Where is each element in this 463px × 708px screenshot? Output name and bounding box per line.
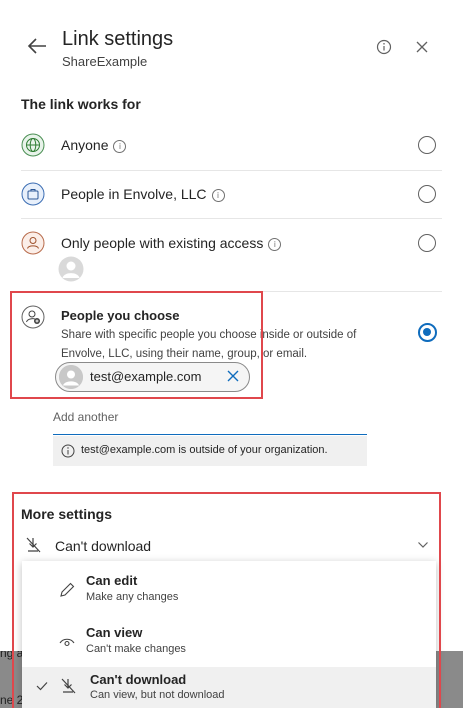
- info-icon[interactable]: i: [268, 238, 282, 251]
- globe-icon: [21, 133, 45, 157]
- divider: [21, 170, 442, 171]
- person-icon: [21, 231, 45, 255]
- info-icon[interactable]: [374, 37, 394, 57]
- annotation-box: [10, 291, 263, 399]
- radio-anyone[interactable]: [418, 136, 436, 154]
- input-underline: [53, 434, 367, 435]
- radio-organization[interactable]: [418, 185, 436, 203]
- close-icon[interactable]: [412, 37, 432, 57]
- warning-text: test@example.com is outside of your orga…: [81, 444, 328, 456]
- external-warning: test@example.com is outside of your orga…: [53, 436, 367, 466]
- add-another-input[interactable]: [53, 408, 367, 434]
- annotation-box: [12, 492, 441, 708]
- option-label: People in Envolve, LLC: [61, 186, 207, 202]
- info-icon[interactable]: i: [113, 140, 127, 153]
- avatar: [58, 256, 84, 282]
- arrow-left-icon[interactable]: [26, 36, 48, 56]
- radio-people-you-choose[interactable]: [418, 323, 437, 342]
- info-icon[interactable]: i: [211, 189, 225, 202]
- divider: [21, 218, 442, 219]
- info-icon: [61, 444, 75, 458]
- section-heading: The link works for: [21, 96, 141, 112]
- page-title: Link settings: [62, 28, 174, 50]
- radio-existing-access[interactable]: [418, 234, 436, 252]
- page-subtitle: ShareExample: [62, 54, 148, 69]
- building-icon: [21, 182, 45, 206]
- option-label: Only people with existing access: [61, 235, 264, 251]
- option-label: Anyone: [61, 137, 109, 153]
